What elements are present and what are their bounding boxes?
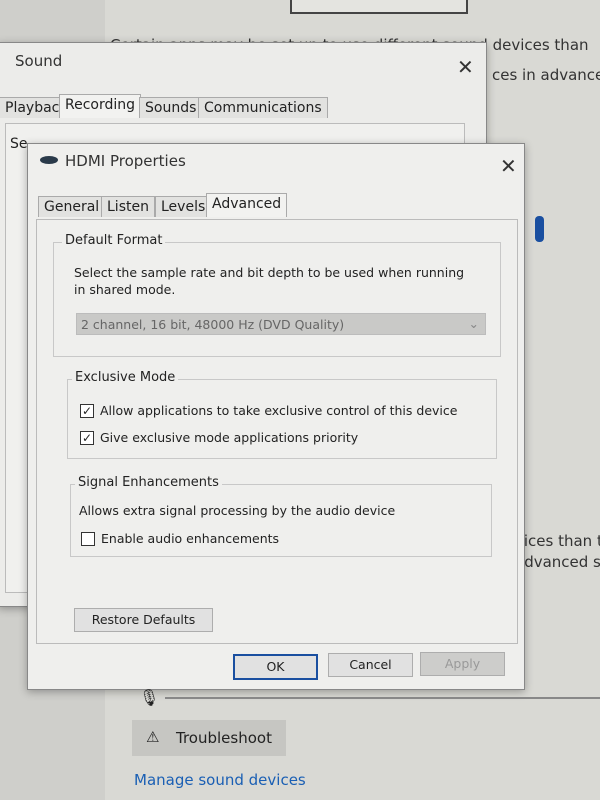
sound-dialog-title: Sound (15, 52, 63, 70)
microphone-icon: 🎙 (139, 688, 160, 707)
hdmi-dialog-title: HDMI Properties (65, 152, 186, 170)
enable-enhancements-label[interactable]: Enable audio enhancements (101, 531, 279, 546)
allow-exclusive-label[interactable]: Allow applications to take exclusive con… (100, 403, 457, 418)
settings-dropdown[interactable] (290, 0, 468, 14)
settings-text-line: ces in advanced (492, 66, 600, 84)
input-level-bar (165, 697, 600, 699)
tab-levels[interactable]: Levels (155, 196, 212, 217)
signal-enhancements-description: Allows extra signal processing by the au… (79, 503, 396, 518)
chevron-down-icon: ⌄ (468, 316, 479, 331)
restore-defaults-button[interactable]: Restore Defaults (74, 608, 213, 632)
settings-text-line: advanced so (515, 553, 600, 571)
signal-enhancements-legend: Signal Enhancements (75, 475, 222, 490)
default-format-legend: Default Format (62, 233, 166, 248)
tab-sounds[interactable]: Sounds (139, 97, 203, 118)
volume-slider-thumb[interactable] (535, 216, 544, 242)
advanced-panel: Default Format Select the sample rate an… (36, 219, 518, 644)
exclusive-mode-legend: Exclusive Mode (72, 370, 179, 385)
close-icon[interactable]: ✕ (457, 55, 474, 79)
tab-general[interactable]: General (38, 196, 106, 217)
settings-text-line: vices than th (515, 532, 600, 550)
tab-listen[interactable]: Listen (101, 196, 155, 217)
tab-communications[interactable]: Communications (198, 97, 328, 118)
warning-icon: ⚠ (146, 728, 160, 746)
exclusive-mode-group: Exclusive Mode ✓ Allow applications to t… (67, 370, 497, 459)
manage-sound-devices-link[interactable]: Manage sound devices (134, 771, 306, 789)
exclusive-priority-label[interactable]: Give exclusive mode applications priorit… (100, 430, 358, 445)
format-select-value: 2 channel, 16 bit, 48000 Hz (DVD Quality… (81, 317, 345, 332)
default-format-description: Select the sample rate and bit depth to … (74, 265, 465, 280)
hdmi-properties-dialog: HDMI Properties ✕ General Listen Levels … (27, 143, 525, 690)
troubleshoot-label: Troubleshoot (176, 729, 272, 747)
troubleshoot-button[interactable]: ⚠ Troubleshoot (132, 720, 286, 756)
ok-button[interactable]: OK (233, 654, 318, 680)
signal-enhancements-group: Signal Enhancements Allows extra signal … (70, 475, 492, 557)
speaker-device-icon (40, 156, 58, 164)
default-format-description: in shared mode. (74, 282, 176, 297)
exclusive-priority-checkbox[interactable]: ✓ (80, 431, 94, 445)
tab-recording[interactable]: Recording (59, 94, 142, 118)
tab-advanced[interactable]: Advanced (206, 193, 288, 217)
format-select[interactable]: 2 channel, 16 bit, 48000 Hz (DVD Quality… (76, 313, 486, 335)
allow-exclusive-checkbox[interactable]: ✓ (80, 404, 94, 418)
enable-enhancements-checkbox[interactable] (81, 532, 95, 546)
apply-button[interactable]: Apply (420, 652, 505, 676)
recording-instruction: Se (10, 136, 28, 152)
cancel-button[interactable]: Cancel (328, 653, 413, 677)
close-icon[interactable]: ✕ (500, 154, 517, 178)
default-format-group: Default Format Select the sample rate an… (53, 233, 501, 357)
